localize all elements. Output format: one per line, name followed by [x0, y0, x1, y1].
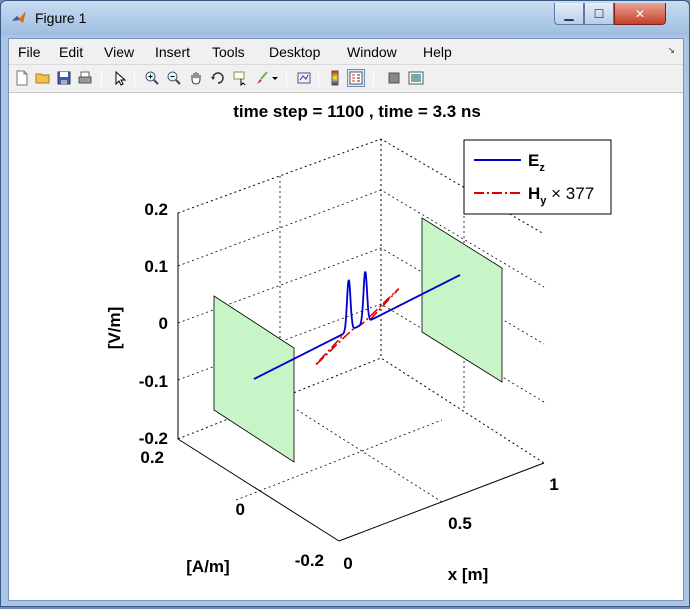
y-tick-label: -0.2 [295, 551, 324, 570]
figure-window: Figure 1 ▁ ☐ ✕ File Edit View Insert Too… [0, 0, 690, 607]
x-tick-label: 0 [343, 554, 352, 573]
y-axis-label: [A/m] [186, 557, 229, 576]
z-tick-label: 0.2 [144, 200, 168, 219]
y-tick-label: 0 [236, 500, 245, 519]
z-axis-label: [V/m] [105, 307, 124, 350]
x-tick-label: 0.5 [448, 514, 472, 533]
x-tick-label: 1 [549, 475, 558, 494]
x-axis-label: x [m] [448, 565, 489, 584]
right-boundary-plane [421, 217, 503, 383]
z-tick-label: 0 [159, 314, 168, 333]
z-tick-label: -0.1 [139, 372, 168, 391]
z-tick-label: 0.1 [144, 257, 168, 276]
legend-box[interactable]: Ez Hy × 377 [463, 139, 612, 215]
z-tick-label: -0.2 [139, 429, 168, 448]
plot-3d[interactable]: time step = 1100 , time = 3.3 ns 0.2 0.1… [2, 2, 690, 609]
y-tick-label: 0.2 [140, 448, 164, 467]
plot-title: time step = 1100 , time = 3.3 ns [233, 102, 481, 121]
figure-canvas[interactable]: time step = 1100 , time = 3.3 ns 0.2 0.1… [9, 94, 683, 600]
figure-client-area: File Edit View Insert Tools Desktop Wind… [8, 38, 684, 601]
